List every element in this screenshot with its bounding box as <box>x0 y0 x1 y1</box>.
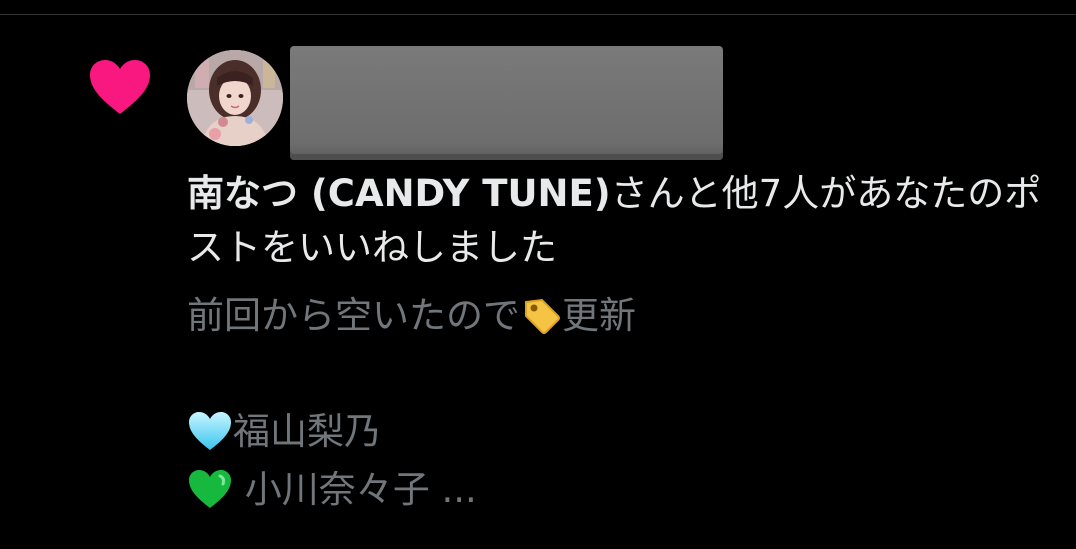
post-line-1-text: 前回から空いたので <box>187 294 520 337</box>
post-line-4: 小川奈々子 ... <box>187 461 1047 519</box>
post-line-4-text: 小川奈々子 ... <box>233 468 477 511</box>
green-heart-emoji <box>189 470 231 508</box>
label-tag-emoji <box>525 298 560 334</box>
avatar[interactable] <box>187 50 283 146</box>
post-line-3-text: 福山梨乃 <box>233 410 381 453</box>
post-line-1-text-after: 更新 <box>562 294 636 337</box>
notification-text: 南なつ (CANDY TUNE)さんと他7人があなたのポストをいいねしました <box>187 167 1047 275</box>
avatar-image <box>187 50 283 146</box>
post-line-1: 前回から空いたので 更新 <box>187 287 1047 345</box>
redacted-username <box>290 46 723 160</box>
top-divider <box>0 14 1076 15</box>
post-line-3: 福山梨乃 <box>187 403 1047 461</box>
heart-icon <box>90 60 150 114</box>
post-line-2 <box>187 345 1047 403</box>
liker-name[interactable]: 南なつ (CANDY TUNE) <box>187 172 611 215</box>
post-preview[interactable]: 前回から空いたので 更新 福山梨乃 小川奈々子 ... <box>187 287 1047 519</box>
light-blue-heart-emoji <box>189 412 231 450</box>
